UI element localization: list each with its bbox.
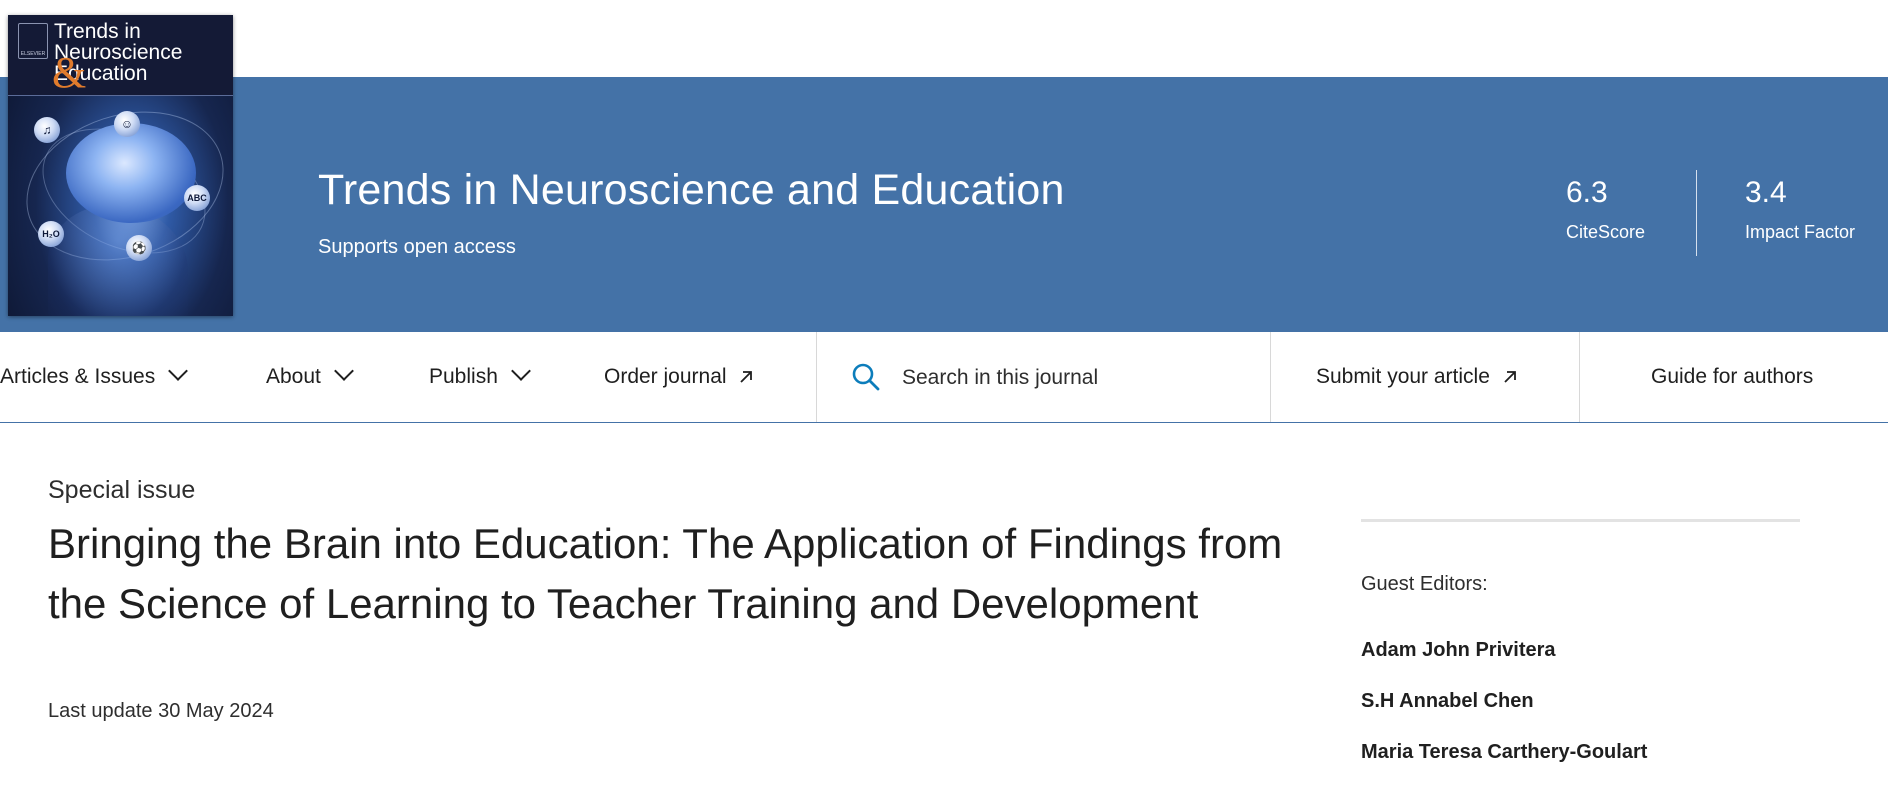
- guest-editor-name[interactable]: Maria Teresa Carthery-Goulart: [1361, 741, 1647, 764]
- external-link-icon: [740, 371, 753, 383]
- nav-about[interactable]: About: [266, 332, 354, 422]
- open-access-label: Supports open access: [318, 236, 516, 258]
- guest-editor-name[interactable]: Adam John Privitera: [1361, 639, 1556, 662]
- nav-publish[interactable]: Publish: [429, 332, 531, 422]
- special-issue-title: Bringing the Brain into Education: The A…: [48, 520, 1283, 627]
- citescore-value: 6.3: [1566, 176, 1608, 209]
- nav-divider: [1270, 332, 1271, 422]
- nav-guide-authors[interactable]: Guide for authors: [1651, 332, 1813, 422]
- impact-factor-value: 3.4: [1745, 176, 1787, 209]
- nav-articles-issues[interactable]: Articles & Issues: [0, 332, 189, 422]
- music-note-icon: ♫: [34, 117, 60, 143]
- journal-header-band: Trends in Neuroscience and Education Sup…: [0, 77, 1888, 332]
- nav-publish-label: Publish: [429, 365, 498, 388]
- journal-nav-bar: Articles & Issues About Publish Order jo…: [0, 332, 1888, 424]
- journal-cover-image[interactable]: ELSEVIER Trends in Neuroscience Educatio…: [8, 15, 233, 316]
- nav-submit-article[interactable]: Submit your article: [1316, 332, 1518, 422]
- external-link-icon: [1504, 371, 1516, 383]
- nav-divider: [1579, 332, 1580, 422]
- guest-editor-name[interactable]: S.H Annabel Chen: [1361, 690, 1534, 713]
- metric-divider: [1696, 170, 1697, 256]
- impact-factor-metric[interactable]: 3.4 Impact Factor: [1745, 176, 1855, 243]
- guest-editors-label: Guest Editors:: [1361, 573, 1488, 595]
- nav-submit-article-label: Submit your article: [1316, 365, 1490, 388]
- publisher-logo: ELSEVIER: [18, 23, 48, 59]
- journal-title[interactable]: Trends in Neuroscience and Education: [318, 166, 1065, 215]
- person-icon: ☺: [114, 111, 140, 137]
- cover-masthead: ELSEVIER Trends in Neuroscience Educatio…: [8, 15, 233, 96]
- last-update-date: Last update 30 May 2024: [48, 700, 274, 722]
- nav-about-label: About: [266, 365, 321, 388]
- soccer-ball-icon: ⚽: [126, 235, 152, 261]
- abc-icon: ABC: [184, 185, 210, 211]
- cover-ampersand: &: [52, 48, 87, 97]
- nav-order-journal-label: Order journal: [604, 365, 727, 388]
- nav-guide-authors-label: Guide for authors: [1651, 365, 1814, 388]
- impact-factor-label: Impact Factor: [1745, 222, 1856, 242]
- nav-order-journal[interactable]: Order journal: [604, 332, 754, 422]
- special-issue-label: Special issue: [48, 476, 196, 504]
- chevron-down-icon: [168, 361, 189, 381]
- molecule-icon: H₂O: [38, 221, 64, 247]
- nav-divider: [816, 332, 817, 422]
- citescore-label: CiteScore: [1566, 222, 1646, 242]
- citescore-metric[interactable]: 6.3 CiteScore: [1566, 176, 1645, 243]
- nav-articles-issues-label: Articles & Issues: [0, 365, 156, 388]
- search-input[interactable]: [900, 332, 1254, 424]
- chevron-down-icon: [510, 361, 531, 381]
- chevron-down-icon: [333, 361, 354, 381]
- search-icon[interactable]: [851, 362, 881, 392]
- sidebar-divider: [1361, 519, 1800, 522]
- cover-brain: [66, 123, 196, 223]
